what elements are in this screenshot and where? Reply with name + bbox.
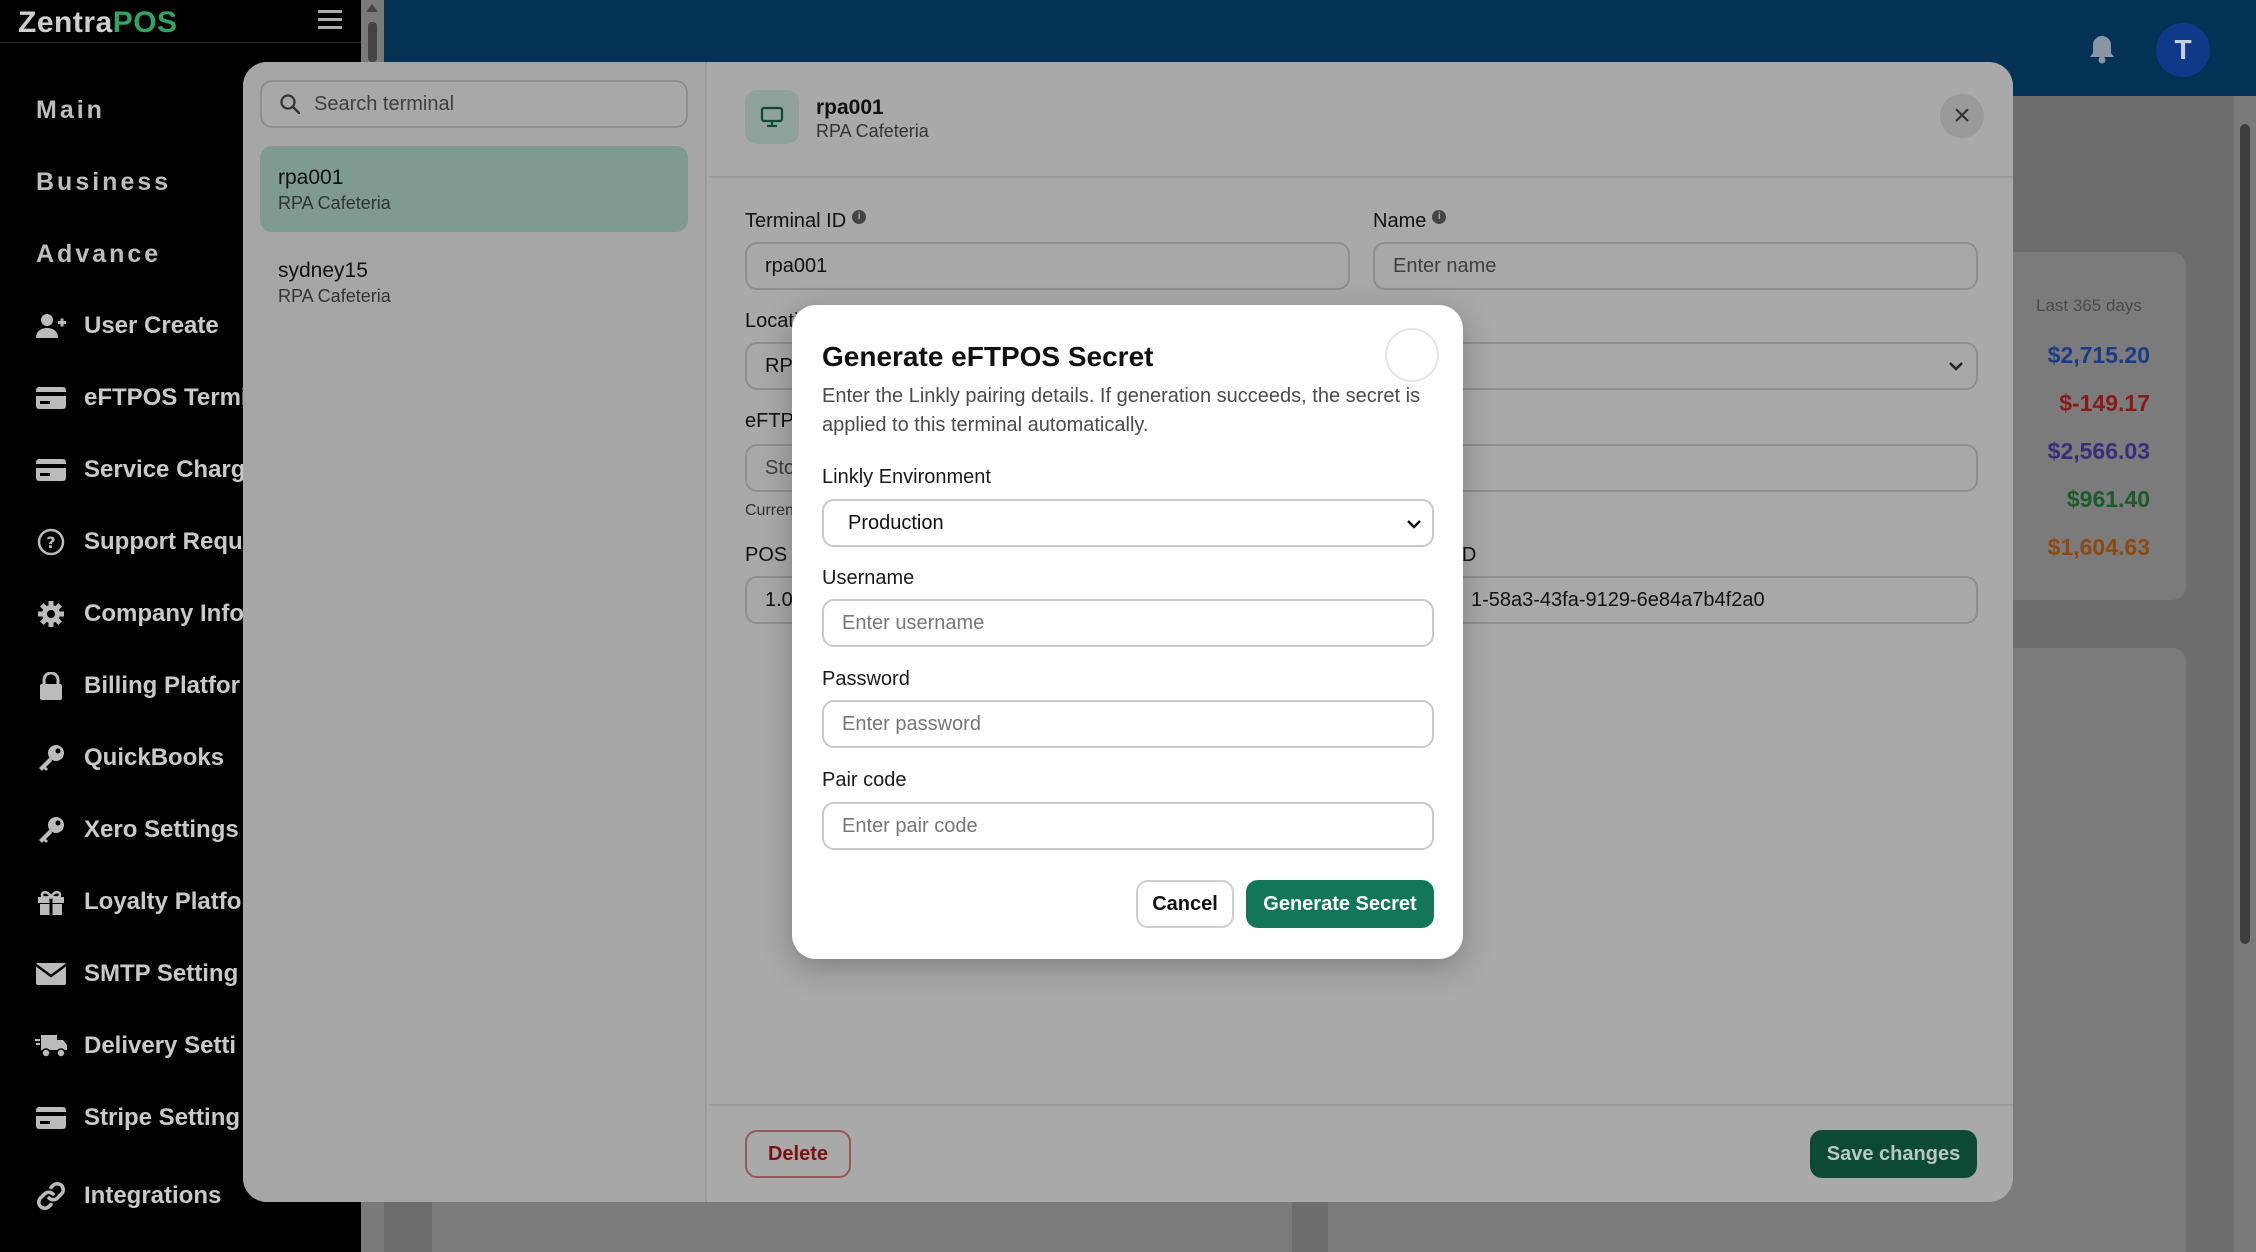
terminal-id-label: Terminal ID i [745, 210, 867, 233]
svg-text:?: ? [46, 533, 55, 552]
search-icon [280, 94, 300, 114]
current-secret-hint: Curren [745, 502, 794, 519]
stat-value: $-149.17 [2059, 390, 2150, 416]
sidebar-section-main[interactable]: Main [36, 96, 105, 125]
vendor-id-field[interactable]: 1-58a3-43fa-9129-6e84a7b4f2a0 [1373, 576, 1978, 624]
eftpos-provider-field[interactable]: OS [1373, 444, 1978, 492]
sidebar-item-service-charge[interactable]: Service Charg [34, 450, 245, 490]
terminal-id-field[interactable]: rpa001 [745, 242, 1350, 290]
delete-button[interactable]: Delete [745, 1130, 851, 1178]
pair-code-label: Pair code [822, 769, 907, 791]
sidebar-section-business[interactable]: Business [36, 168, 171, 197]
terminal-header: rpa001 RPA Cafeteria × [709, 62, 2013, 178]
cancel-button[interactable]: Cancel [1136, 880, 1234, 928]
pair-code-input[interactable] [822, 802, 1434, 850]
stat-value: $2,715.20 [2047, 342, 2150, 368]
monitor-icon [745, 90, 799, 144]
save-changes-button[interactable]: Save changes [1810, 1130, 1977, 1178]
brand-logo[interactable]: ZentraPOS [18, 6, 178, 40]
password-label: Password [822, 668, 910, 690]
period-label: Last 365 days [2036, 296, 2142, 315]
password-input[interactable] [822, 700, 1434, 748]
sidebar-item-company-info[interactable]: Company Info [34, 594, 244, 634]
card-icon [34, 384, 68, 412]
sidebar-item-stripe-settings[interactable]: Stripe Setting [34, 1098, 240, 1138]
gift-icon [34, 888, 68, 916]
terminal-title: rpa001 [816, 96, 884, 119]
info-icon[interactable]: i [1432, 210, 1447, 224]
sidebar-item-smtp-settings[interactable]: SMTP Setting [34, 954, 238, 994]
envelope-icon [34, 960, 68, 988]
bell-icon[interactable] [2088, 34, 2116, 69]
sidebar-section-advance[interactable]: Advance [36, 240, 161, 269]
page-scrollbar[interactable] [2234, 96, 2256, 1252]
gear-icon [34, 600, 68, 628]
terminal-subtitle: RPA Cafeteria [816, 121, 929, 141]
hamburger-menu-icon[interactable] [318, 10, 342, 32]
dialog-title: Generate eFTPOS Secret [822, 341, 1154, 372]
user-avatar[interactable]: T [2156, 23, 2210, 77]
terminal-list-panel: rpa001 RPA Cafeteria sydney15 RPA Cafete… [243, 62, 707, 1202]
sidebar-item-delivery-settings[interactable]: Delivery Setti [34, 1026, 236, 1066]
stat-value: $2,566.03 [2047, 438, 2150, 464]
sidebar-item-user-create[interactable]: User Create [34, 306, 219, 346]
location-label: Locati [745, 310, 799, 332]
generate-secret-button[interactable]: Generate Secret [1246, 880, 1434, 928]
lock-icon [34, 672, 68, 700]
close-icon[interactable]: × [1940, 94, 1984, 138]
link-icon [34, 1182, 68, 1210]
dialog-close-button[interactable] [1385, 328, 1439, 382]
environment-select[interactable]: Production [822, 499, 1434, 547]
info-icon[interactable]: i [852, 210, 867, 224]
dialog-description: Enter the Linkly pairing details. If gen… [822, 385, 1421, 436]
sidebar-item-billing-platform[interactable]: Billing Platfor [34, 666, 240, 706]
sidebar-item-support-request[interactable]: ? Support Requ [34, 522, 243, 562]
sidebar-item-integrations[interactable]: Integrations [34, 1176, 221, 1216]
terminal-footer: Delete Save changes [709, 1104, 2013, 1202]
name-field[interactable]: Enter name [1373, 242, 1978, 290]
key-icon [34, 744, 68, 772]
terminal-list-item[interactable]: rpa001 RPA Cafeteria [260, 146, 688, 232]
sidebar-item-xero-settings[interactable]: Xero Settings [34, 810, 239, 850]
sidebar-item-quickbooks[interactable]: QuickBooks [34, 738, 224, 778]
terminal-list-item[interactable]: sydney15 RPA Cafeteria [260, 239, 688, 325]
chevron-down-icon [1407, 520, 1421, 529]
user-plus-icon [34, 312, 68, 340]
stat-value: $1,604.63 [2047, 534, 2150, 560]
username-label: Username [822, 567, 915, 589]
question-circle-icon: ? [34, 528, 68, 556]
terminal-search-input[interactable] [314, 92, 674, 116]
username-input[interactable] [822, 599, 1434, 647]
sidebar-item-eftpos-terminals[interactable]: eFTPOS Termi [34, 378, 248, 418]
truck-icon [34, 1032, 68, 1060]
sidebar-item-loyalty-platform[interactable]: Loyalty Platfo [34, 882, 241, 922]
generate-secret-dialog: Generate eFTPOS Secret Enter the Linkly … [792, 305, 1463, 959]
card-icon [34, 456, 68, 484]
divider [0, 42, 361, 43]
name-label: Name i [1373, 210, 1447, 233]
environment-label: Linkly Environment [822, 466, 991, 488]
chevron-down-icon [1949, 362, 1963, 371]
stat-value: $961.40 [2066, 486, 2150, 512]
key-icon [34, 816, 68, 844]
card-icon [34, 1104, 68, 1132]
terminal-search[interactable] [260, 80, 688, 128]
provider-select[interactable] [1373, 342, 1978, 390]
